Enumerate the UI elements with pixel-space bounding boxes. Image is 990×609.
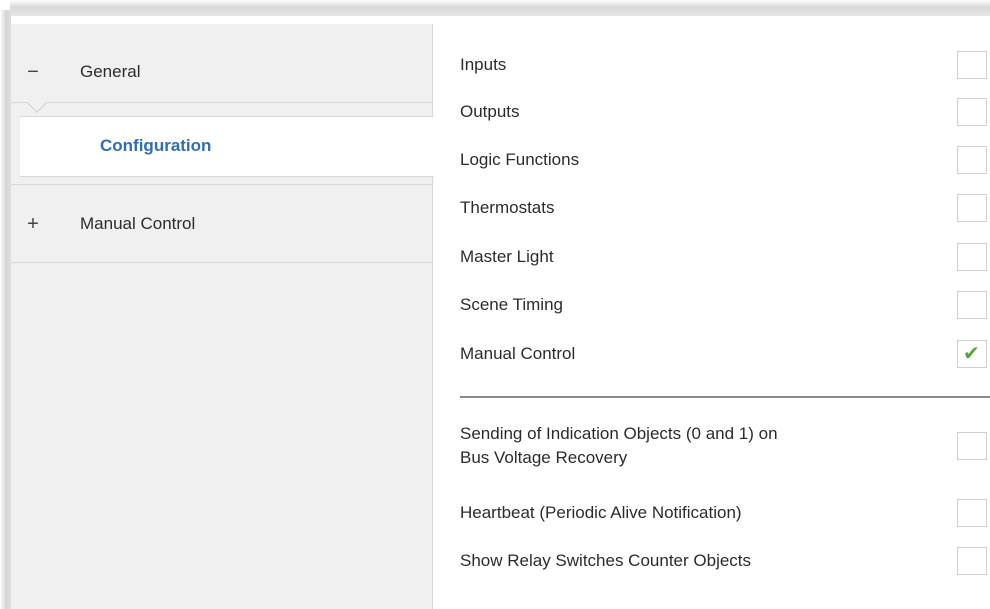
tree-item-general[interactable]: − General (11, 42, 433, 102)
setting-label: Outputs (460, 102, 520, 121)
setting-row-scene-timing: Scene Timing (460, 290, 987, 320)
setting-label: Thermostats (460, 198, 555, 217)
tree-item-label: General (80, 62, 141, 81)
setting-row-manual-control: Manual Control ✔ (460, 339, 987, 369)
setting-label: Scene Timing (460, 295, 563, 314)
divider (11, 102, 433, 103)
window: − General Configuration + Manual Control… (0, 0, 990, 609)
setting-row-relay-counter: Show Relay Switches Counter Objects (460, 546, 987, 576)
setting-label: Show Relay Switches Counter Objects (460, 551, 752, 570)
divider (11, 262, 433, 263)
setting-row-thermostats: Thermostats (460, 193, 987, 223)
setting-row-logic-functions: Logic Functions (460, 145, 987, 175)
setting-label: Inputs (460, 55, 507, 74)
setting-row-outputs: Outputs (460, 97, 987, 127)
setting-row-inputs: Inputs (460, 50, 987, 80)
inputs-checkbox[interactable] (957, 51, 987, 79)
section-divider (460, 396, 990, 398)
setting-label: Master Light (460, 247, 554, 266)
setting-label: Sending of Indication Objects (0 and 1) … (460, 422, 778, 470)
outputs-checkbox[interactable] (957, 98, 987, 126)
collapse-icon[interactable]: − (26, 61, 40, 84)
setting-row-heartbeat: Heartbeat (Periodic Alive Notification) (460, 498, 987, 528)
window-shadow-left (0, 10, 11, 609)
logic-functions-checkbox[interactable] (957, 146, 987, 174)
divider (11, 184, 433, 185)
thermostats-checkbox[interactable] (957, 194, 987, 222)
tree-item-configuration[interactable]: Configuration (20, 116, 442, 177)
checkmark-icon: ✔ (963, 343, 980, 365)
heartbeat-checkbox[interactable] (957, 499, 987, 527)
window-shadow-top (10, 0, 990, 16)
indication-objects-checkbox[interactable] (957, 432, 987, 460)
tree-item-label: Configuration (100, 136, 212, 155)
manual-control-checkbox[interactable]: ✔ (957, 340, 987, 368)
setting-row-master-light: Master Light (460, 242, 987, 272)
setting-row-indication-objects: Sending of Indication Objects (0 and 1) … (460, 420, 987, 472)
setting-label: Manual Control (460, 344, 576, 363)
scene-timing-checkbox[interactable] (957, 291, 987, 319)
expand-icon[interactable]: + (26, 213, 40, 236)
settings-panel: Inputs Outputs Logic Functions Thermosta… (434, 24, 990, 609)
tree-item-label: Manual Control (80, 214, 196, 233)
setting-label-line1: Sending of Indication Objects (0 and 1) … (460, 424, 778, 443)
setting-label-line2: Bus Voltage Recovery (460, 448, 628, 467)
navigation-tree: − General Configuration + Manual Control (11, 24, 442, 609)
tree-item-manual-control[interactable]: + Manual Control (11, 186, 433, 262)
master-light-checkbox[interactable] (957, 243, 987, 271)
relay-counter-checkbox[interactable] (957, 547, 987, 575)
setting-label: Logic Functions (460, 150, 580, 169)
setting-label: Heartbeat (Periodic Alive Notification) (460, 503, 742, 522)
